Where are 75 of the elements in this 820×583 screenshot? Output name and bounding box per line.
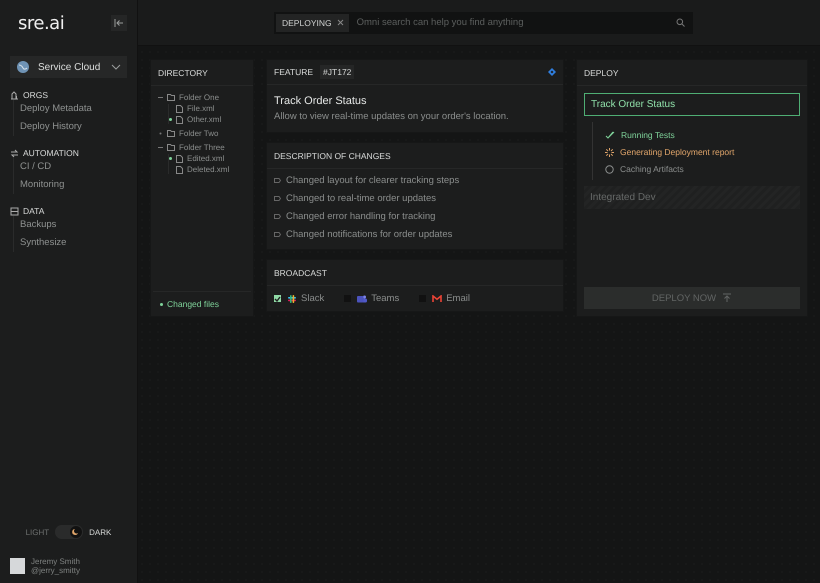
collapse-sidebar-button[interactable] (111, 15, 127, 31)
panel-title: FEATURE (274, 67, 314, 77)
nav-link[interactable]: Monitoring (20, 176, 127, 194)
dot-icon[interactable] (158, 131, 163, 136)
panel-title: BROADCAST (267, 260, 563, 286)
collapse-icon (114, 18, 124, 28)
folder-item[interactable]: Folder One (158, 93, 246, 102)
nav-link[interactable]: Deploy History (20, 118, 127, 136)
section-title: DATA (23, 206, 44, 216)
panel-title: DEPLOY (577, 60, 807, 86)
panel-title: DIRECTORY (151, 60, 253, 86)
workspace-select[interactable]: Service Cloud (10, 56, 127, 78)
tag-icon (274, 178, 281, 183)
envelope-icon (432, 294, 442, 302)
channel-option[interactable]: Email (419, 293, 470, 304)
section-title: AUTOMATION (23, 148, 79, 158)
search-icon (676, 18, 685, 27)
filter-tag: DEPLOYING (276, 14, 349, 32)
change-item: Changed notifications for order updates (286, 229, 452, 240)
theme-toggle[interactable] (55, 525, 84, 539)
file-item[interactable]: File.xml (169, 104, 246, 113)
folder-item[interactable]: Folder Two (158, 129, 246, 138)
chevron-down-icon (111, 64, 121, 70)
minus-icon[interactable] (158, 145, 163, 150)
database-icon (10, 206, 19, 216)
nav-link[interactable]: CI / CD (20, 158, 127, 176)
feature-description: Allow to view real-time updates on your order's location. (274, 111, 510, 122)
folder-icon (167, 94, 175, 101)
folder-item[interactable]: Folder Three (158, 143, 246, 152)
tag-icon (274, 214, 281, 219)
file-item[interactable]: Deleted.xml (169, 165, 246, 174)
user-name: Jeremy Smith (31, 557, 80, 566)
step-label: Caching Artifacts (620, 164, 684, 174)
hash-icon (287, 294, 297, 304)
change-item: Changed layout for clearer tracking steps (286, 175, 460, 186)
feature-id: #JT172 (320, 65, 354, 79)
feature-title: Track Order Status (274, 95, 368, 107)
panel-title: DESCRIPTION OF CHANGES (267, 143, 563, 169)
moon-icon (72, 528, 80, 536)
circle-icon (605, 164, 614, 174)
environment-field: Integrated Dev (584, 186, 800, 209)
tag-icon (274, 232, 281, 237)
diamond-icon (548, 68, 556, 76)
minus-icon[interactable] (158, 95, 163, 100)
building-icon (10, 90, 19, 100)
globe-icon (16, 60, 30, 74)
deploy-target: Track Order Status (584, 93, 800, 116)
checkbox[interactable] (274, 295, 281, 302)
arrows-icon (10, 148, 19, 158)
channel-option[interactable]: Teams (344, 293, 400, 304)
nav-link[interactable]: Synthesize (20, 234, 127, 252)
nav-link[interactable]: Backups (20, 216, 127, 234)
search-input[interactable]: Omni search can help you find anything (354, 16, 670, 29)
user-handle: @jerry_smitty (31, 566, 80, 575)
file-item[interactable]: Other.xml (169, 115, 246, 124)
check-icon (605, 131, 615, 139)
nav-link[interactable]: Deploy Metadata (20, 100, 127, 118)
change-item: Changed error handling for tracking (286, 211, 436, 222)
legend: Changed files (153, 291, 251, 316)
logo: sre.ai (18, 12, 64, 34)
tag-icon (274, 196, 281, 201)
close-icon[interactable] (336, 19, 344, 26)
upload-icon (722, 293, 732, 303)
light-label: LIGHT (26, 528, 50, 536)
dark-label: DARK (89, 528, 112, 536)
file-item[interactable]: Edited.xml (169, 154, 246, 163)
change-item: Changed to real-time order updates (286, 193, 436, 204)
step-label: Generating Deployment report (620, 147, 734, 157)
people-icon (357, 294, 368, 304)
step-label: Running Tests (621, 130, 675, 140)
section-title: ORGS (23, 90, 48, 100)
avatar (10, 558, 25, 574)
spinner-icon (605, 148, 614, 156)
search-field[interactable]: DEPLOYING Omni search can help you find anything (274, 12, 693, 34)
channel-option[interactable]: Slack (274, 293, 324, 304)
